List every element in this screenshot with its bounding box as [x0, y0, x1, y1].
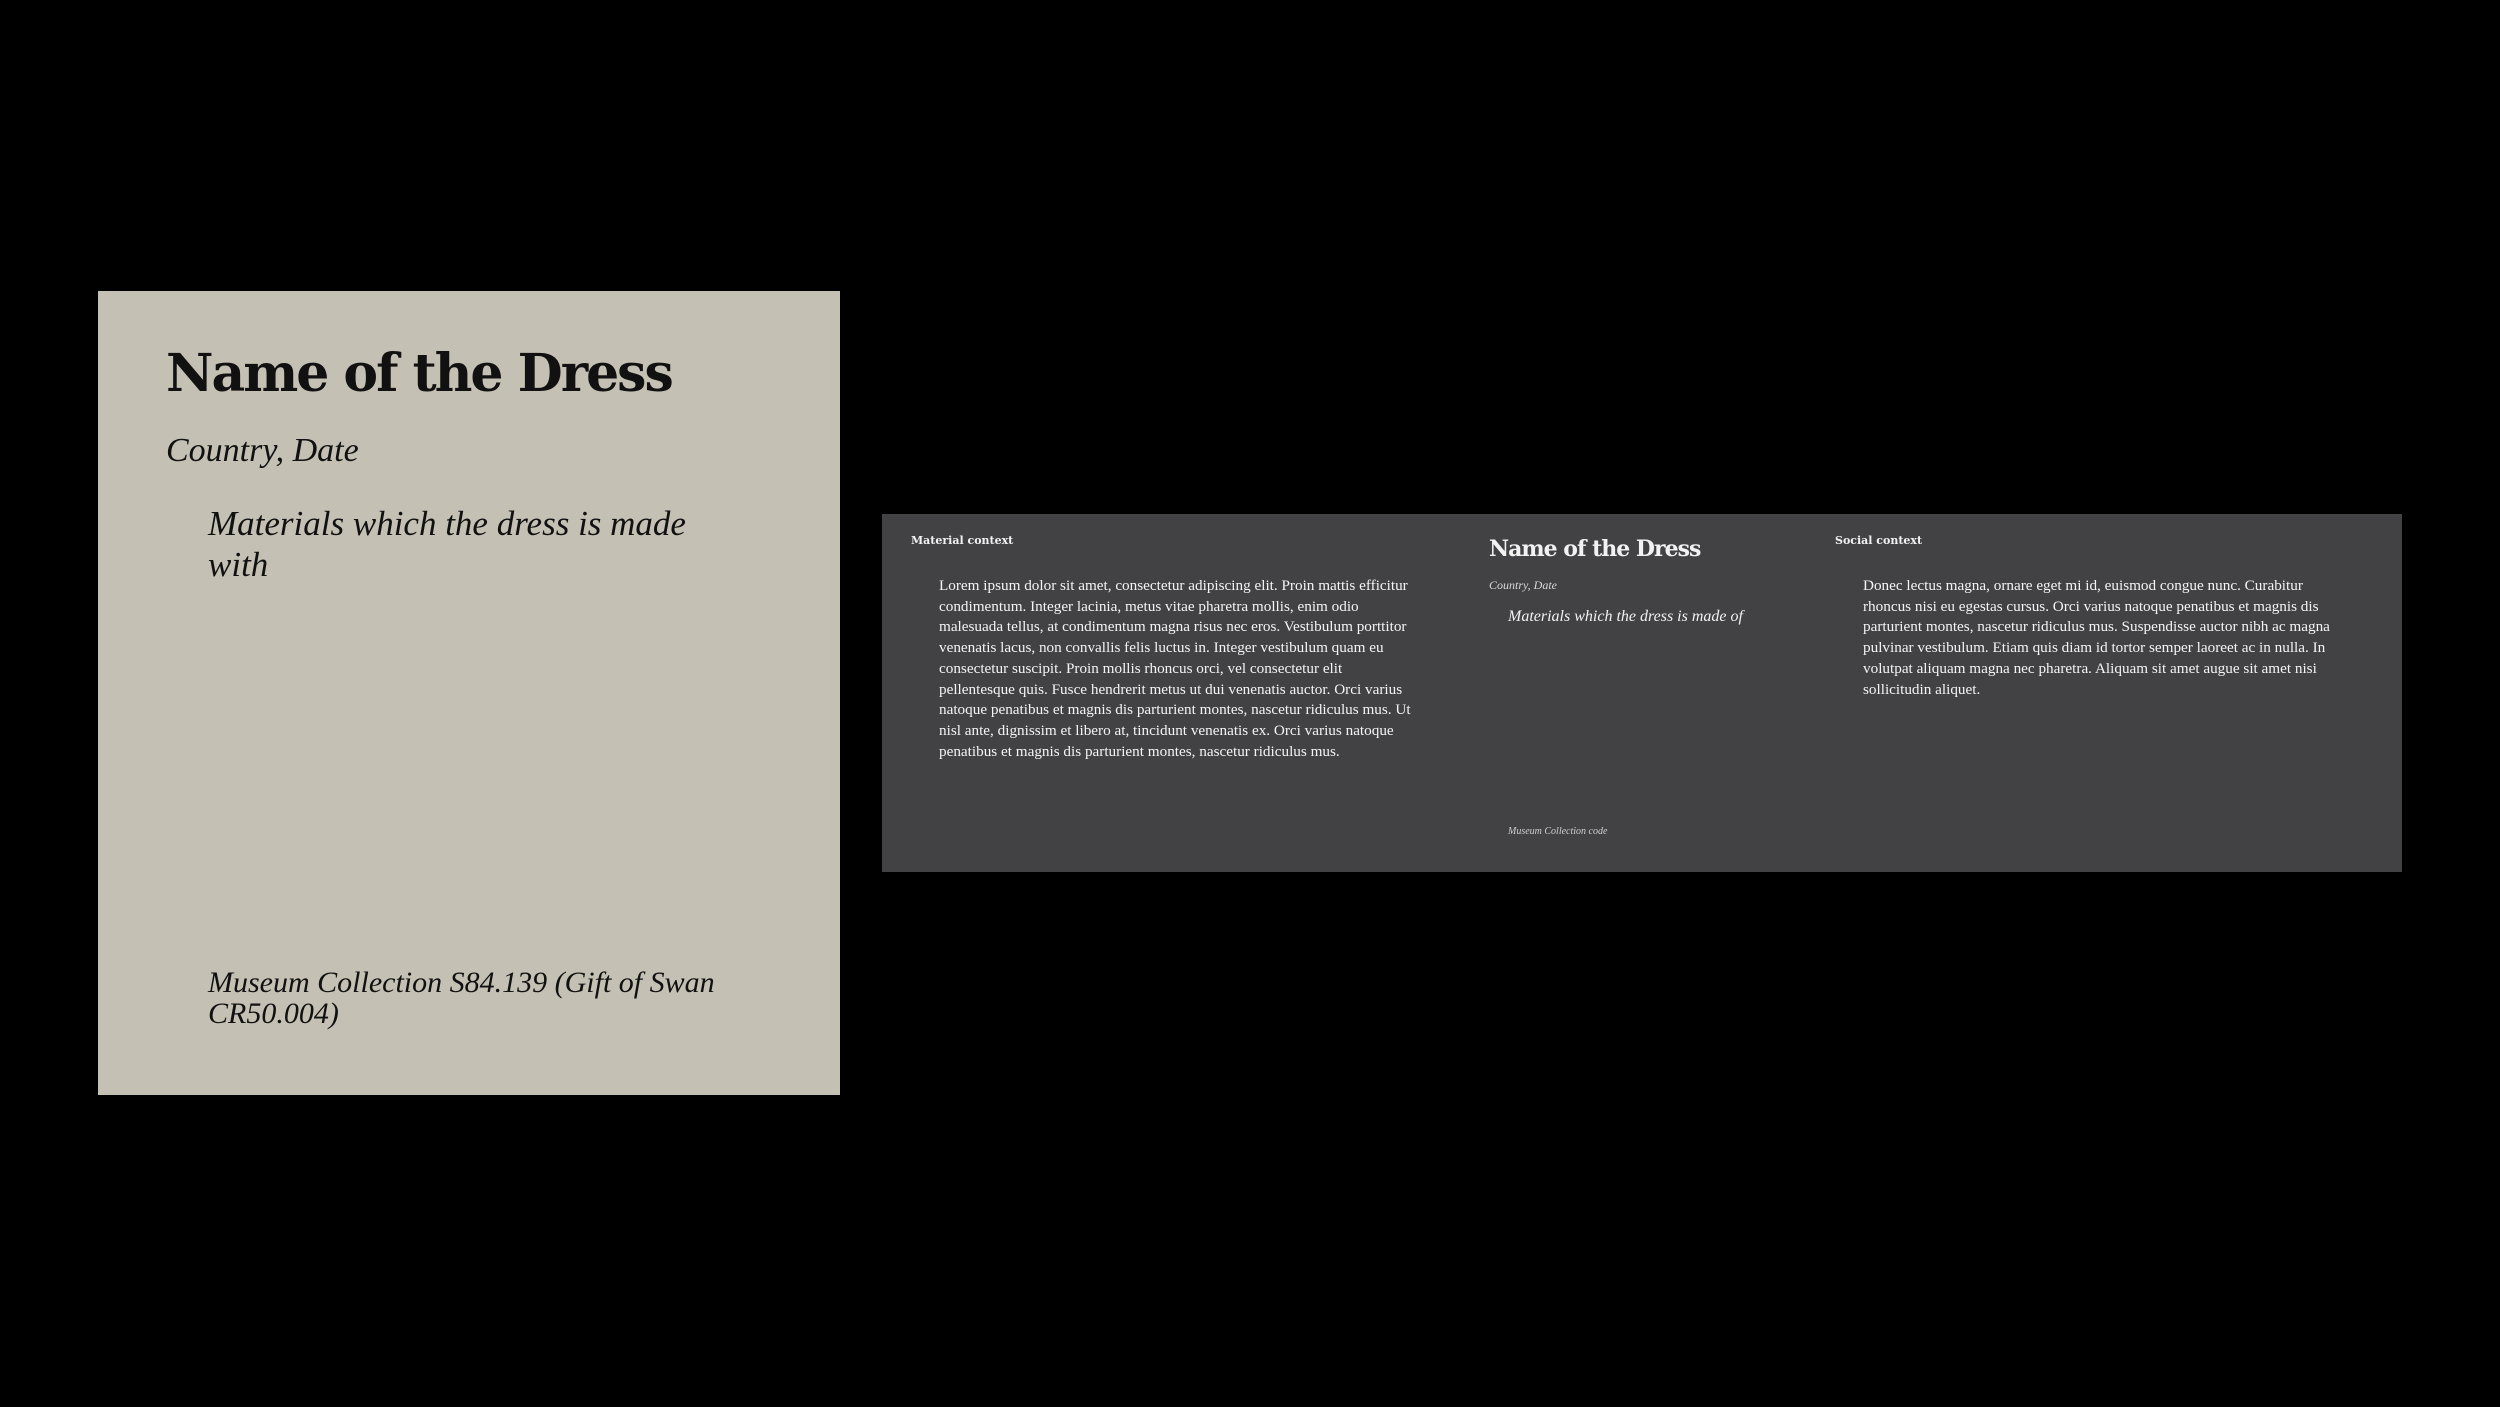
dress-materials: Materials which the dress is made with: [208, 504, 686, 584]
dress-collection-code: Museum Collection S84.139 (Gift of Swan …: [208, 966, 715, 1030]
panel-collection-code: Museum Collection code: [1508, 826, 1608, 837]
social-context-text: Donec lectus magna, ornare eget mi id, e…: [1863, 577, 2330, 698]
dress-context-panel: Material context Lorem ipsum dolor sit a…: [882, 514, 2402, 872]
material-context-text: Lorem ipsum dolor sit amet, consectetur …: [939, 577, 1411, 760]
panel-materials: Materials which the dress is made of: [1508, 608, 1743, 625]
dress-label-card: Name of the Dress Country, Date Material…: [98, 291, 840, 1095]
panel-dress-title: Name of the Dress: [1489, 536, 1701, 562]
dress-country-date: Country, Date: [166, 432, 359, 469]
social-context-heading: Social context: [1835, 534, 1923, 547]
panel-country-date: Country, Date: [1489, 578, 1557, 592]
dress-title: Name of the Dress: [166, 343, 674, 404]
material-context-heading: Material context: [911, 534, 1014, 547]
